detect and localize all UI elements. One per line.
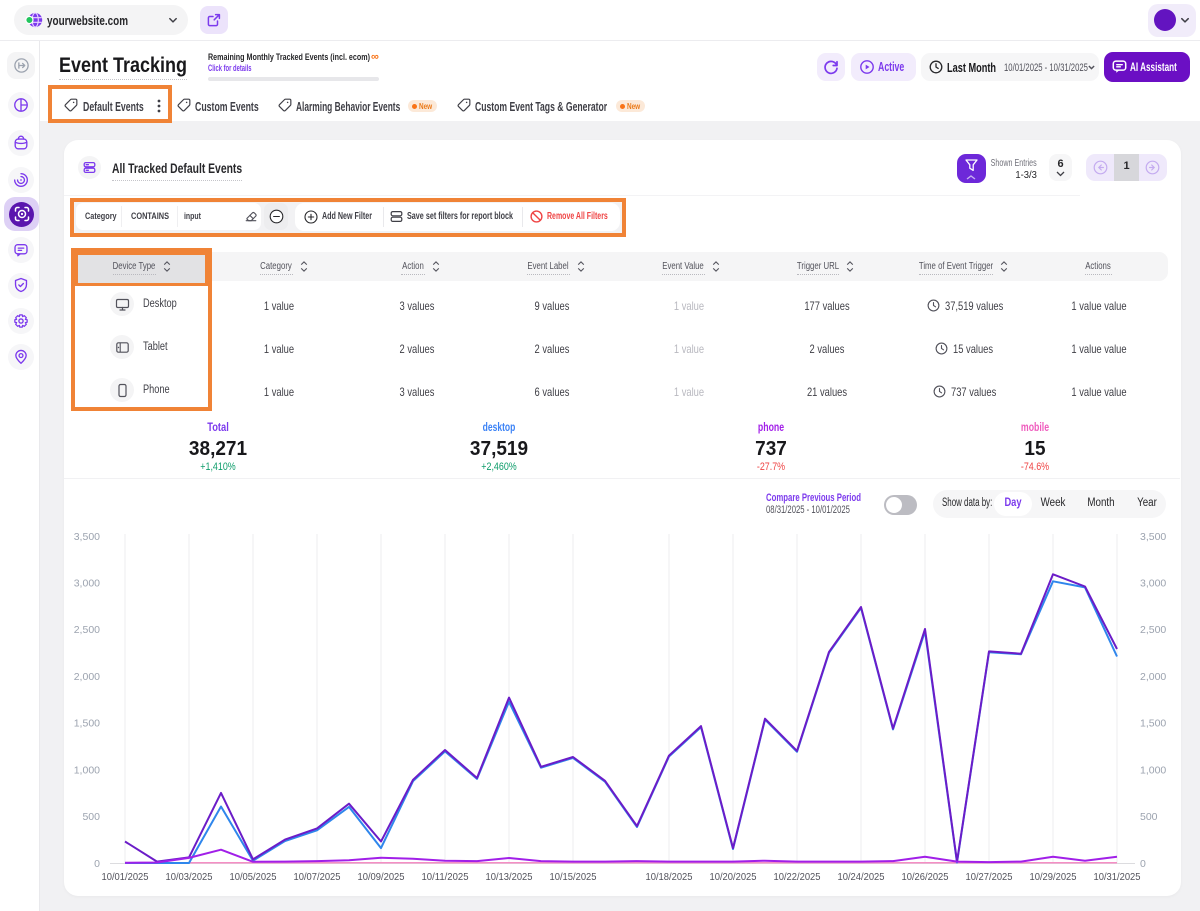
svg-text:10/13/2025: 10/13/2025 — [486, 871, 533, 883]
svg-text:3,500: 3,500 — [1140, 531, 1166, 543]
svg-text:1,000: 1,000 — [1140, 764, 1166, 776]
svg-text:10/05/2025: 10/05/2025 — [230, 871, 277, 883]
svg-text:2,500: 2,500 — [1140, 624, 1166, 636]
svg-text:10/22/2025: 10/22/2025 — [774, 871, 821, 883]
svg-text:10/11/2025: 10/11/2025 — [422, 871, 469, 883]
svg-text:0: 0 — [94, 858, 100, 870]
svg-text:3,000: 3,000 — [74, 578, 100, 590]
svg-text:500: 500 — [82, 811, 100, 823]
svg-text:10/07/2025: 10/07/2025 — [294, 871, 341, 883]
svg-text:10/18/2025: 10/18/2025 — [646, 871, 693, 883]
svg-text:1,500: 1,500 — [74, 718, 100, 730]
svg-text:10/20/2025: 10/20/2025 — [710, 871, 757, 883]
svg-text:10/31/2025: 10/31/2025 — [1094, 871, 1141, 883]
svg-text:2,000: 2,000 — [74, 671, 100, 683]
svg-text:10/15/2025: 10/15/2025 — [550, 871, 597, 883]
svg-text:10/09/2025: 10/09/2025 — [358, 871, 405, 883]
svg-text:2,000: 2,000 — [1140, 671, 1166, 683]
svg-text:10/24/2025: 10/24/2025 — [838, 871, 885, 883]
svg-text:0: 0 — [1140, 858, 1146, 870]
svg-text:10/26/2025: 10/26/2025 — [902, 871, 949, 883]
svg-text:10/29/2025: 10/29/2025 — [1030, 871, 1077, 883]
svg-text:1,500: 1,500 — [1140, 718, 1166, 730]
svg-text:10/27/2025: 10/27/2025 — [966, 871, 1013, 883]
svg-text:1,000: 1,000 — [74, 764, 100, 776]
svg-text:3,000: 3,000 — [1140, 578, 1166, 590]
svg-text:500: 500 — [1140, 811, 1158, 823]
svg-text:10/01/2025: 10/01/2025 — [102, 871, 149, 883]
svg-text:3,500: 3,500 — [74, 531, 100, 543]
svg-text:2,500: 2,500 — [74, 624, 100, 636]
svg-text:10/03/2025: 10/03/2025 — [166, 871, 213, 883]
